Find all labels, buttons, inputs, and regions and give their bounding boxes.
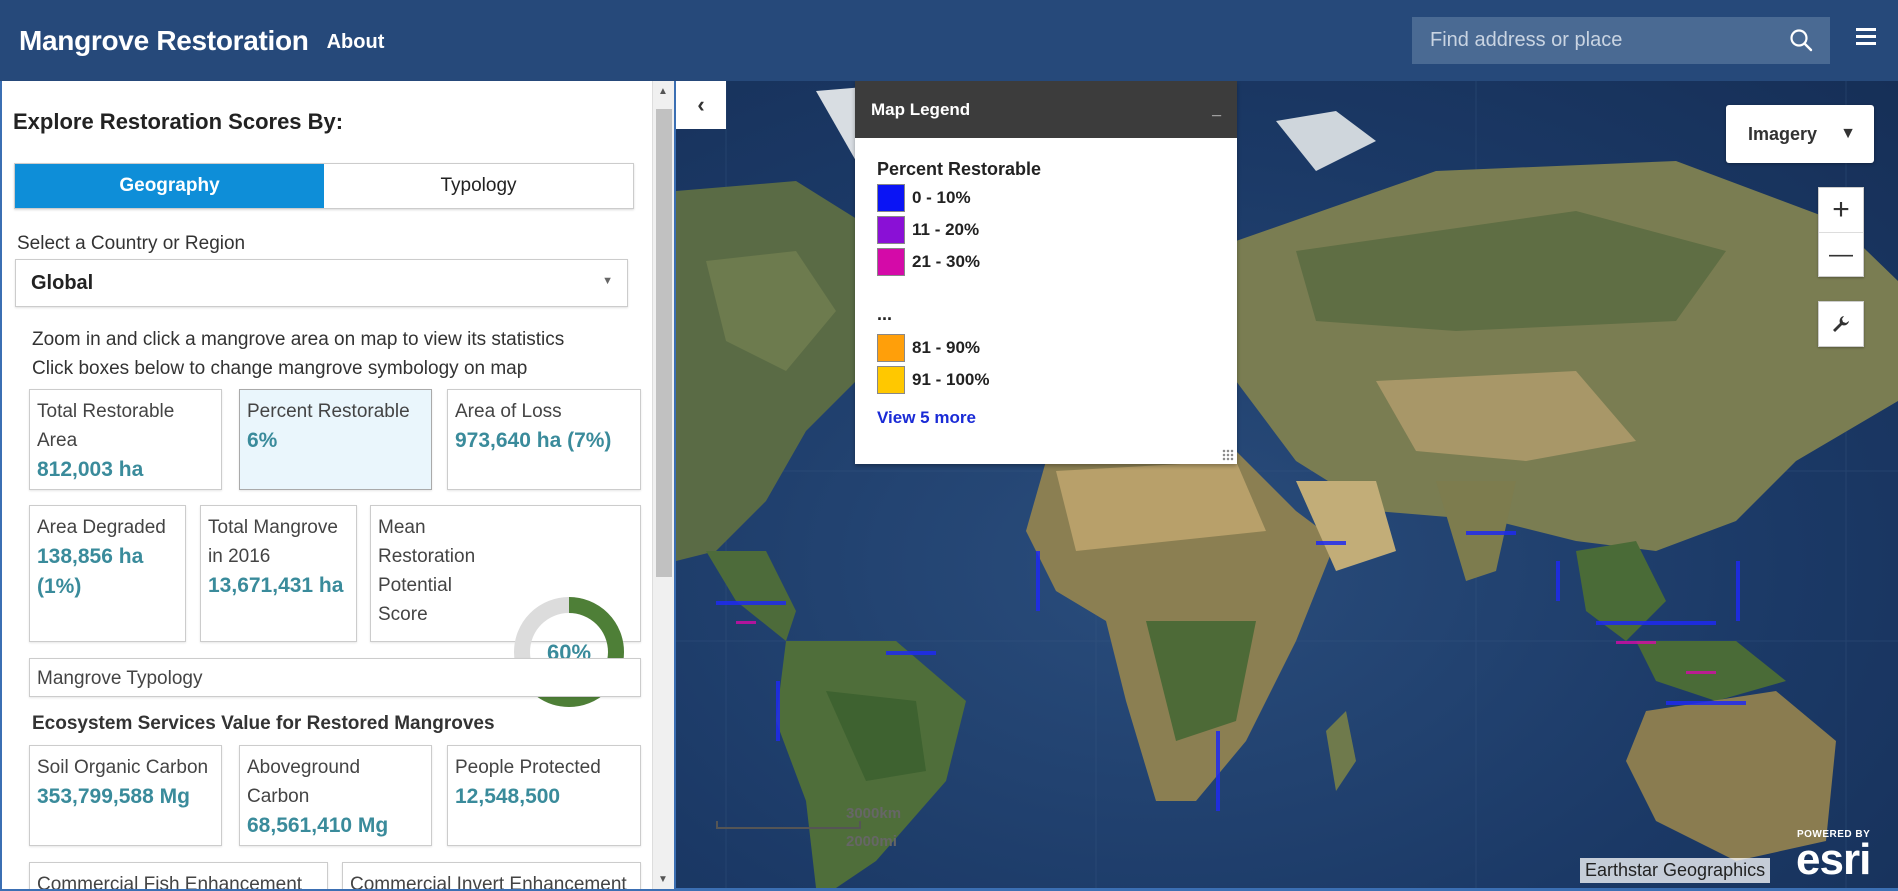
legend-item: 21 - 30% [877,248,980,276]
stat-label: Commercial Invert Enhancement [350,874,627,891]
search-box[interactable] [1412,17,1830,64]
basemap-label: Imagery [1748,123,1818,144]
stat-value: 812,003 ha [37,458,144,481]
stats-panel: Explore Restoration Scores By: Geography… [0,81,676,891]
scroll-down-icon[interactable]: ▼ [658,874,668,885]
search-input[interactable] [1412,29,1772,52]
stat-value: 353,799,588 Mg [37,785,190,808]
eco-card-fish[interactable]: Commercial Fish Enhancement [29,862,328,891]
legend-title: Map Legend [871,99,971,119]
esri-wordmark: esri [1796,835,1871,884]
scroll-up-icon[interactable]: ▲ [658,86,668,97]
legend-swatch [877,334,905,362]
eco-card-people-protected[interactable]: People Protected 12,548,500 [447,745,641,846]
legend-subtitle: Percent Restorable [877,159,1042,179]
stat-label: Aboveground Carbon [247,757,361,807]
legend-view-more-link[interactable]: View 5 more [877,408,976,428]
basemap-toggle-button[interactable]: Imagery ▼ [1726,105,1874,163]
help-text-symbology: Click boxes below to change mangrove sym… [32,358,528,379]
stat-card-total-restorable[interactable]: Total Restorable Area 812,003 ha [29,389,222,490]
stat-value: 68,561,410 Mg [247,814,389,837]
app-title[interactable]: Mangrove Restoration [19,25,309,57]
caret-down-icon: ▼ [1840,125,1856,142]
stat-label: Commercial Fish Enhancement [37,874,303,891]
stat-value: 973,640 ha (7%) [455,429,612,452]
eco-card-soil-carbon[interactable]: Soil Organic Carbon 353,799,588 Mg [29,745,222,846]
legend-swatch [877,184,905,212]
legend-item-label: 0 - 10% [912,188,971,207]
map-view[interactable]: ‹ Map Legend _ Percent Restorable 0 - 10… [676,81,1898,888]
collapse-panel-button[interactable]: ‹ [676,81,726,129]
region-select-value: Global [31,271,94,294]
esri-logo[interactable]: POWERED BY esri [1796,829,1871,884]
stat-card-area-loss[interactable]: Area of Loss 973,640 ha (7%) [447,389,641,490]
stat-value: 6% [247,429,278,452]
legend-item: 91 - 100% [877,366,990,394]
scale-bar: 3000km 2000mi [716,805,901,850]
legend-item-label: 11 - 20% [912,220,980,239]
scale-mi-label: 2000mi [846,833,897,850]
legend-minimize-button[interactable]: _ [1212,101,1221,119]
scale-line [716,821,861,829]
legend-ellipsis: ... [877,304,893,324]
eco-card-invert[interactable]: Commercial Invert Enhancement [342,862,641,891]
stat-label: Percent Restorable [247,401,410,422]
legend-item: 81 - 90% [877,334,980,362]
wrench-icon [1833,316,1849,332]
legend-item: 11 - 20% [877,216,979,244]
resize-grip-icon[interactable] [1222,449,1234,461]
stat-card-total-mangrove[interactable]: Total Mangrove in 2016 13,671,431 ha [200,505,357,642]
typology-card[interactable]: Mangrove Typology [29,658,641,697]
region-select[interactable]: Global ▼ [15,259,628,307]
tools-button[interactable] [1818,301,1864,347]
typology-label: Mangrove Typology [37,668,203,689]
about-link[interactable]: About [327,31,385,54]
legend-swatch [877,216,905,244]
stat-value: 138,856 ha (1%) [37,545,144,598]
stat-label: Total Restorable Area [37,401,175,451]
hamburger-menu-icon[interactable] [1856,28,1876,48]
legend-header: Map Legend _ [855,81,1237,138]
stat-card-percent-restorable[interactable]: Percent Restorable 6% [239,389,432,490]
map-legend: Map Legend _ Percent Restorable 0 - 10% … [855,81,1237,464]
legend-swatch [877,366,905,394]
search-icon[interactable] [1788,27,1814,53]
stat-label: Total Mangrove in 2016 [208,517,338,567]
legend-item-label: 21 - 30% [912,252,981,271]
stat-label: Soil Organic Carbon [37,757,209,778]
help-text-zoom: Zoom in and click a mangrove area on map… [32,329,565,350]
stat-label: Area of Loss [455,401,562,422]
tab-geography[interactable]: Geography [15,164,324,208]
map-attribution[interactable]: Earthstar Geographics [1580,858,1771,883]
explore-tabs: Geography Typology [14,163,634,209]
stat-value: 13,671,431 ha [208,574,344,597]
legend-swatch [877,248,905,276]
scroll-thumb[interactable] [656,109,672,577]
legend-item-label: 91 - 100% [912,370,990,389]
tab-typology[interactable]: Typology [324,164,633,208]
stat-value: 12,548,500 [455,785,561,808]
stat-label: People Protected [455,757,601,778]
legend-item: 0 - 10% [877,184,971,212]
chevron-down-icon: ▼ [602,275,613,287]
region-select-label: Select a Country or Region [17,233,246,254]
panel-heading: Explore Restoration Scores By: [13,109,344,134]
stat-label: Area Degraded [37,517,166,538]
stat-label: Mean Restoration Potential Score [378,517,476,625]
legend-item-label: 81 - 90% [912,338,981,357]
zoom-controls: + — [1818,187,1864,277]
zoom-in-button[interactable]: + [1819,188,1863,232]
eco-card-aboveground-carbon[interactable]: Aboveground Carbon 68,561,410 Mg [239,745,432,846]
stat-card-area-degraded[interactable]: Area Degraded 138,856 ha (1%) [29,505,186,642]
zoom-out-button[interactable]: — [1819,232,1863,276]
scale-km-label: 3000km [846,805,902,822]
ecosystem-section-title: Ecosystem Services Value for Restored Ma… [32,713,495,734]
app-header: Mangrove Restoration About [0,0,1898,81]
panel-scrollbar[interactable]: ▲ ▼ [652,81,674,889]
